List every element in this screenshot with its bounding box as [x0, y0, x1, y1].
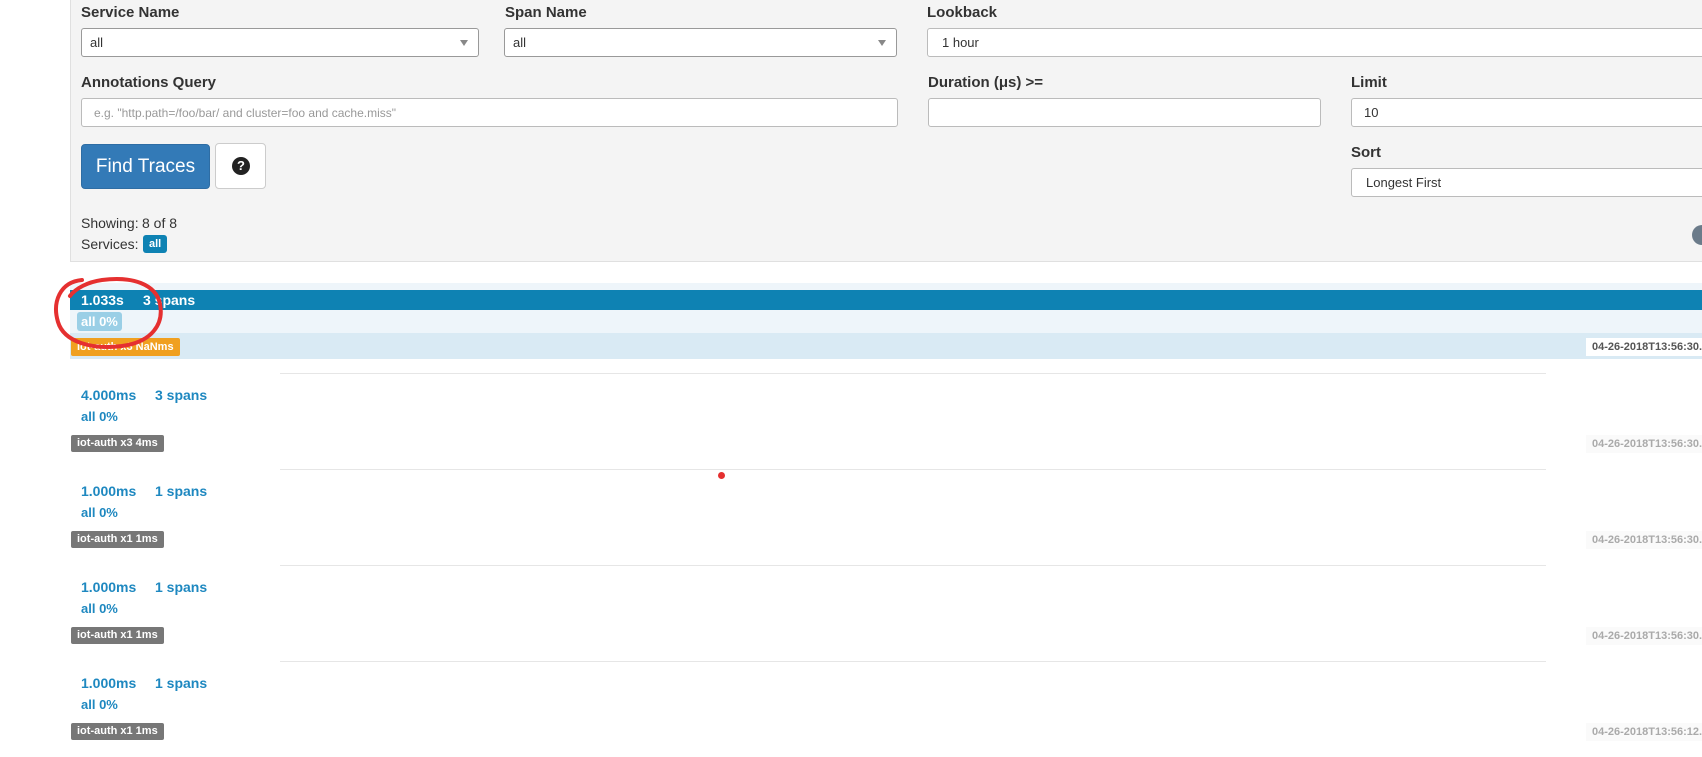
trace-service-badge[interactable]: iot-auth x1 1ms	[71, 627, 164, 644]
trace-timestamp: 04-26-2018T13:56:12.	[1586, 723, 1702, 741]
trace-timestamp: 04-26-2018T13:56:30.	[1586, 435, 1702, 453]
trace-timestamp: 04-26-2018T13:56:30.	[1586, 627, 1702, 645]
row-divider	[280, 469, 1546, 470]
lookback-select[interactable]: 1 hour	[927, 28, 1702, 57]
showing-count: 8 of 8	[142, 215, 178, 231]
row-divider	[280, 565, 1546, 566]
service-name-value: all	[90, 35, 104, 50]
trace-duration: 1.000ms	[81, 483, 137, 499]
trace-duration: 1.000ms	[81, 579, 137, 595]
limit-input[interactable]: 10	[1351, 98, 1702, 127]
duration-label: Duration (μs) >=	[928, 74, 1044, 91]
trace-service-percent: all 0%	[81, 601, 118, 616]
trace-row[interactable]: 4.000ms 3 spans all 0% iot-auth x3 4ms 0…	[0, 373, 1702, 469]
sort-value: Longest First	[1366, 175, 1442, 190]
span-name-label: Span Name	[505, 4, 587, 21]
row-divider	[280, 661, 1546, 662]
trace-timestamp: 04-26-2018T13:56:30.	[1586, 338, 1702, 356]
duration-input[interactable]	[928, 98, 1321, 127]
trace-row[interactable]: 1.000ms 1 spans all 0% iot-auth x1 1ms 0…	[0, 661, 1702, 757]
annotations-query-placeholder: e.g. "http.path=/foo/bar/ and cluster=fo…	[94, 106, 397, 120]
span-name-value: all	[513, 35, 527, 50]
red-circle-annotation	[54, 277, 163, 349]
trace-span-count: 3 spans	[155, 387, 208, 403]
trace-service-percent: all 0%	[81, 505, 118, 520]
trace-footer	[70, 333, 1702, 359]
lookback-value: 1 hour	[942, 35, 979, 50]
trace-service-percent: all 0%	[81, 697, 118, 712]
service-name-select[interactable]: all	[81, 28, 479, 57]
services-badge[interactable]: all	[143, 235, 168, 253]
trace-service-percent: all 0%	[81, 409, 118, 424]
annotations-query-label: Annotations Query	[81, 74, 217, 91]
cursor-marker	[718, 472, 725, 479]
sort-select[interactable]: Longest First	[1351, 168, 1702, 197]
row-divider	[280, 373, 1546, 374]
help-button[interactable]: ?	[215, 143, 266, 189]
trace-timestamp: 04-26-2018T13:56:30.	[1586, 531, 1702, 549]
trace-duration: 4.000ms	[81, 387, 137, 403]
trace-row[interactable]: 1.000ms 1 spans all 0% iot-auth x1 1ms 0…	[0, 565, 1702, 661]
trace-row[interactable]: 1.000ms 1 spans all 0% iot-auth x1 1ms 0…	[0, 469, 1702, 565]
showing-label: Showing:	[81, 215, 139, 231]
limit-label: Limit	[1351, 74, 1387, 91]
trace-span-count: 1 spans	[155, 675, 208, 691]
span-name-select[interactable]: all	[504, 28, 897, 57]
trace-service-badge[interactable]: iot-auth x3 4ms	[71, 435, 164, 452]
trace-duration-bar	[70, 290, 1702, 310]
services-label: Services:	[81, 236, 139, 252]
annotations-query-input[interactable]: e.g. "http.path=/foo/bar/ and cluster=fo…	[81, 98, 898, 127]
chevron-down-icon	[878, 40, 886, 46]
chevron-down-icon	[460, 40, 468, 46]
sort-label: Sort	[1351, 144, 1381, 161]
trace-service-badge[interactable]: iot-auth x1 1ms	[71, 531, 164, 548]
trace-duration: 1.000ms	[81, 675, 137, 691]
find-traces-button[interactable]: Find Traces	[81, 144, 210, 189]
trace-span-count: 1 spans	[155, 579, 208, 595]
trace-span-count: 1 spans	[155, 483, 208, 499]
trace-service-badge[interactable]: iot-auth x1 1ms	[71, 723, 164, 740]
question-circle-icon: ?	[232, 157, 250, 175]
lookback-label: Lookback	[927, 4, 998, 21]
service-name-label: Service Name	[81, 4, 180, 21]
limit-value: 10	[1364, 105, 1379, 120]
